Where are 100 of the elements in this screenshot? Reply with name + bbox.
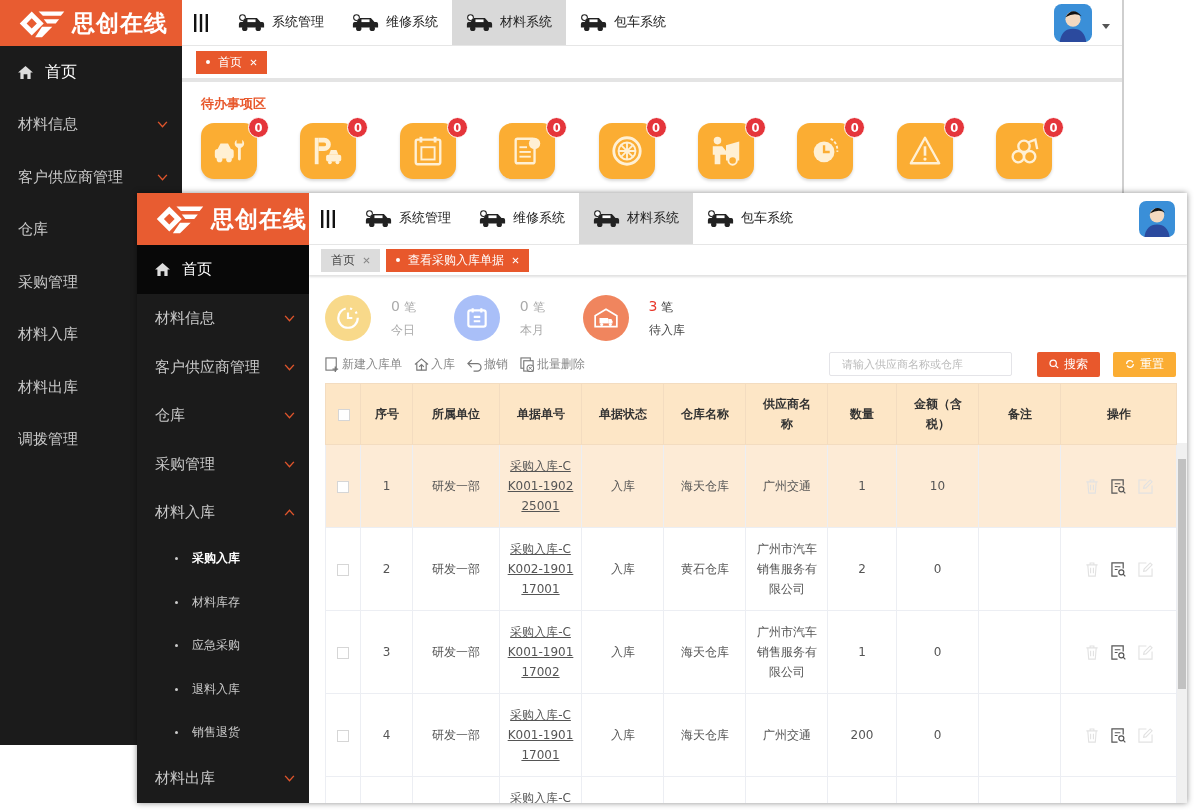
table-cell: 200 [827,693,897,777]
sidebar-subitem[interactable]: 材料库存 [137,580,309,624]
close-icon[interactable] [363,256,370,264]
sidebar-subitem[interactable]: 销售退货 [137,711,309,755]
sidebar-item[interactable]: 调拨管理 [0,413,137,466]
sidebar-item[interactable]: 仓库 [137,391,309,440]
table-row[interactable]: 4 研发一部 采购入库-C K001-1901 17001 入库 海天仓库 广州交通 200 0 [325,693,1177,777]
table-cell: 研发一部 [412,527,500,611]
garage-truck-icon [582,295,629,341]
table-cell: 入库 [581,610,664,694]
checkbox[interactable] [337,563,349,576]
stat-count: 3 [648,297,658,314]
sidebar-subitem[interactable]: 退料入库 [137,667,309,711]
sidebar-item[interactable]: 采购管理 [0,256,137,309]
task-tile[interactable] [201,123,257,179]
table-cell: 0 [896,693,979,777]
nav-tab[interactable]: 材料系统 [579,193,693,244]
sidebar-item[interactable]: 首页 [137,245,309,295]
checkbox[interactable] [337,480,349,493]
toolbar-button[interactable]: 入库 [414,356,455,372]
car-icon [593,209,620,228]
table-cell: 海天仓库 [663,610,746,694]
sidebar-item[interactable]: 材料入库 [0,308,137,361]
view-icon[interactable] [1110,478,1126,494]
sidebar-subitem[interactable]: 采购入库 [137,536,309,581]
table-row[interactable]: 3 研发一部 采购入库-C K001-1901 17002 入库 海天仓库 广州市汽车销售服务有限公司 1 0 [325,610,1177,694]
sidebar-item[interactable]: 材料入库 [137,488,309,537]
sidebar-item[interactable]: 材料出库 [137,754,309,803]
sidebar-item[interactable]: 仓库 [0,203,137,256]
avatar[interactable] [1139,200,1175,237]
nav-tab[interactable]: 系统管理 [224,0,338,45]
nav-tab[interactable]: 系统管理 [351,193,465,244]
sidebar-item[interactable]: 客户供应商管理 [137,342,309,392]
car-icon [707,209,734,228]
caret-icon[interactable] [1102,24,1110,29]
search-button[interactable]: 搜索 [1037,351,1100,377]
table-cell: 10 [896,444,979,528]
table-row[interactable]: 1 研发一部 采购入库-C K001-1902 25001 入库 海天仓库 广州交通 1 10 [325,444,1177,528]
car-icon [352,13,379,32]
stat-label: 今日 [391,321,416,339]
table-cell: 海天仓库 [663,444,746,528]
home-icon [155,263,170,277]
chevron-down-icon [157,173,168,181]
batch-delete-icon [520,356,535,372]
menu-icon[interactable] [194,13,208,32]
bullet-icon [175,644,178,648]
page-tab[interactable]: 首页 [321,248,380,272]
sidebar-item[interactable]: 材料出库 [0,361,137,414]
scrollbar[interactable] [1177,443,1187,803]
table-cell: 研发一部 [412,610,500,694]
table-cell: 广州市汽车销售服务有限公司 [745,610,828,694]
search-icon [1049,359,1059,369]
task-tile[interactable] [697,123,754,179]
logo-text: 思创在线 [211,204,307,234]
view-icon[interactable] [1110,644,1126,660]
table-cell: 入库 [581,693,664,777]
dot-icon [396,258,400,262]
car-icon [466,13,493,32]
checkbox[interactable] [337,729,349,742]
nav-tab[interactable]: 维修系统 [465,193,579,244]
count-badge: 0 [248,117,269,138]
toolbar-button[interactable]: 新建入库单 [325,356,402,372]
table-row[interactable]: 2 研发一部 采购入库-C K002-1901 17001 入库 黄石仓库 广州市汽车销售服务有限公司 2 0 [325,527,1177,611]
stat-count: 0 [519,297,529,314]
page-tab[interactable]: 查看采购入库单据 [386,248,529,272]
refresh-icon [1125,359,1135,369]
table-cell: 3 [360,610,413,694]
sidebar-item[interactable]: 采购管理 [137,439,309,489]
view-icon[interactable] [1110,561,1126,577]
table-row[interactable]: 采购入库-C [325,776,1177,803]
bullet-icon [175,557,178,561]
table-cell: 0 [896,610,979,694]
car-icon [238,13,265,32]
sidebar-item[interactable]: 客户供应商管理 [0,151,182,204]
sidebar-subitem[interactable]: 应急采购 [137,623,309,668]
checkbox[interactable] [337,646,349,659]
page-tab[interactable]: 首页 [196,50,267,74]
nav-tab[interactable]: 包车系统 [693,193,807,244]
wheel-icon [609,134,644,168]
nav-tab[interactable]: 维修系统 [338,0,452,45]
view-icon[interactable] [1110,727,1126,743]
dot-icon [206,60,210,64]
house-arrow-icon [414,356,429,372]
nav-tab[interactable]: 材料系统 [452,0,566,45]
checkbox[interactable] [338,408,350,421]
bullet-icon [175,731,178,735]
toolbar-button[interactable]: 批量删除 [520,356,585,372]
search-field[interactable]: 请输入供应商名称或仓库 [829,352,1012,376]
menu-icon[interactable] [321,209,335,228]
logo-text: 思创在线 [72,8,168,38]
nav-tab[interactable]: 包车系统 [566,0,680,45]
column-header: 单据单号 [499,383,582,445]
toolbar-button[interactable]: 撤销 [467,356,508,372]
column-header: 数量 [827,383,897,445]
sidebar-item[interactable]: 材料信息 [137,294,309,343]
table-cell: 广州交通 [745,444,828,528]
sidebar-item[interactable]: 首页 [0,46,182,99]
sidebar-item[interactable]: 材料信息 [0,98,182,151]
table-cell: 1 [827,610,897,694]
avatar[interactable] [1054,3,1092,42]
